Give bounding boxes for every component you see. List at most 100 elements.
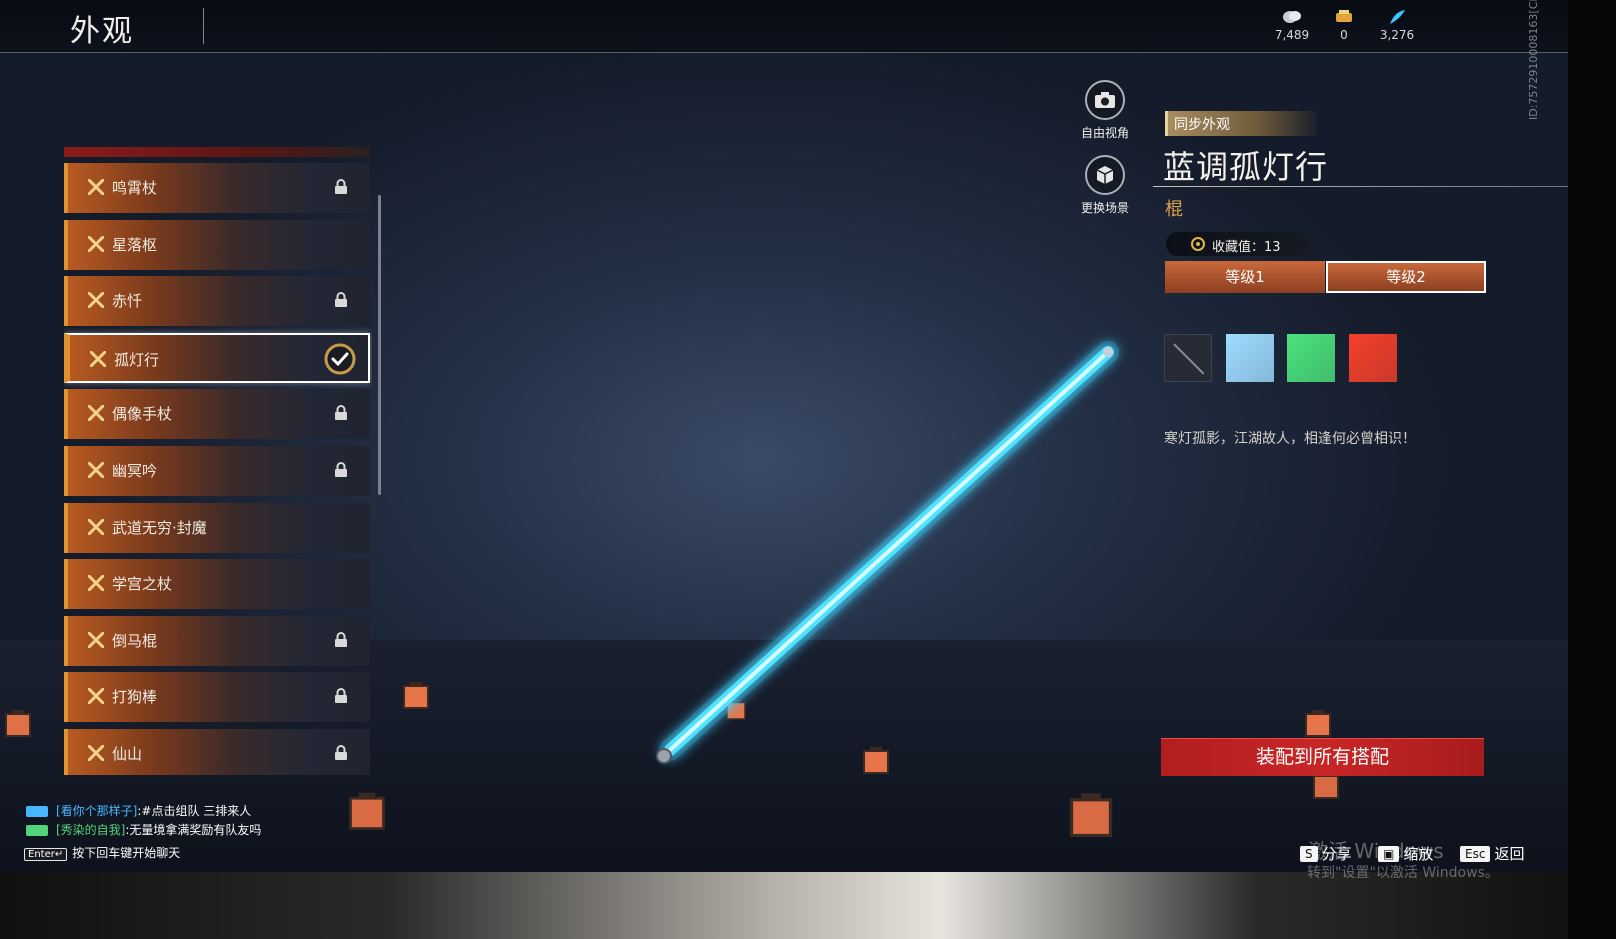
list-item[interactable]: 打狗棒 <box>64 672 370 723</box>
activation-watermark-sub: 转到"设置"以激活 Windows。 <box>1307 865 1499 881</box>
list-item-label: 幽冥吟 <box>112 462 158 480</box>
chat-sender[interactable]: [秀染的自我] <box>56 823 125 837</box>
equipped-check-icon <box>324 343 356 375</box>
list-item-label: 鸣霄杖 <box>112 179 158 197</box>
lock-icon <box>335 688 347 704</box>
list-item[interactable]: 鸣霄杖 <box>64 163 370 213</box>
tab-level-1[interactable]: 等级1 <box>1165 261 1325 293</box>
ticket-icon <box>1336 10 1352 22</box>
list-item[interactable]: 学宫之杖 <box>64 559 370 610</box>
list-item-label: 倒马棍 <box>112 631 158 650</box>
list-item-label: 孤灯行 <box>114 350 160 369</box>
list-item-label: 打狗棒 <box>112 688 158 707</box>
chat-message: :无量境拿满奖励有队友吗 <box>125 823 262 837</box>
lock-icon <box>335 405 347 421</box>
item-name: 蓝调孤灯行 <box>1163 148 1329 186</box>
list-item[interactable]: 幽冥吟 <box>64 446 370 496</box>
currency-feathers: 3,276 <box>1367 8 1427 42</box>
list-scrollbar[interactable] <box>378 195 381 495</box>
sync-appearance-tag: 同步外观 <box>1165 111 1317 136</box>
list-item-label: 星落枢 <box>112 235 158 254</box>
color-swatch-red[interactable] <box>1349 334 1397 382</box>
background-photo-strip <box>0 872 1568 939</box>
collection-value: 收藏值：13 <box>1212 240 1281 255</box>
channel-icon <box>26 806 48 817</box>
star-icon <box>88 235 104 252</box>
coins-value: 7,489 <box>1274 28 1310 42</box>
enter-key-icon: Enter↵ <box>24 848 68 861</box>
chat-sender[interactable]: [看你个那样子] <box>56 804 137 818</box>
equip-all-outfits-button[interactable]: 装配到所有搭配 <box>1161 738 1484 776</box>
list-item[interactable]: 偶像手杖 <box>64 389 370 440</box>
lantern-icon <box>1069 793 1113 838</box>
lantern-icon <box>403 682 429 709</box>
currency-tickets: 0 <box>1314 8 1374 42</box>
list-item-label: 仙山 <box>112 745 143 763</box>
list-item[interactable]: 星落枢 <box>64 219 370 270</box>
tab-level-2[interactable]: 等级2 <box>1326 261 1486 293</box>
star-icon <box>88 518 104 535</box>
star-icon <box>88 462 104 478</box>
change-scene-button[interactable]: 更换场景 <box>1075 155 1135 216</box>
back-hint[interactable]: Esc 返回 <box>1460 843 1524 864</box>
blue-staff-model[interactable] <box>640 330 1140 780</box>
star-icon <box>88 631 104 648</box>
player-id-label: ID:7572910008163[CN] <box>1527 0 1540 120</box>
color-swatch-none[interactable] <box>1164 334 1212 382</box>
feather-icon <box>1390 10 1405 24</box>
star-icon <box>88 405 104 422</box>
lantern-icon <box>1305 710 1331 737</box>
star-icon <box>88 179 104 195</box>
list-top-edge <box>64 147 370 157</box>
currency-coins: 7,489 <box>1262 8 1322 42</box>
item-type: 棍 <box>1165 199 1183 220</box>
free-view-button[interactable]: 自由视角 <box>1075 80 1135 141</box>
color-swatch-green[interactable] <box>1287 334 1335 382</box>
color-swatch-blue[interactable] <box>1226 334 1274 382</box>
flavor-text: 寒灯孤影，江湖故人，相逢何必曾相识！ <box>1164 431 1416 447</box>
star-icon <box>88 575 104 592</box>
tickets-value: 0 <box>1340 28 1348 42</box>
chat-line: [秀染的自我]:无量境拿满奖励有队友吗 <box>26 821 261 840</box>
page-title: 外观 <box>70 14 134 49</box>
appearance-list[interactable]: 鸣霄杖星落枢赤忏孤灯行偶像手杖幽冥吟武道无穷·封魔 学宫之杖倒马棍打狗棒仙山 <box>64 147 372 775</box>
list-item[interactable]: 孤灯行 <box>64 332 370 383</box>
share-key: S <box>1300 846 1318 862</box>
screen-edge <box>1568 0 1616 939</box>
name-underline <box>1153 186 1568 187</box>
list-item[interactable]: 倒马棍 <box>64 615 370 666</box>
share-label: 分享 <box>1321 845 1352 863</box>
lock-icon <box>335 462 347 477</box>
star-icon <box>90 350 106 367</box>
chat-message: :#点击组队 三排来人 <box>137 804 252 818</box>
title-divider <box>203 8 204 44</box>
share-hint[interactable]: S 分享 <box>1300 843 1352 864</box>
star-icon <box>88 688 104 705</box>
chat-prompt-text: 按下回车键开始聊天 <box>72 846 181 860</box>
chat-prompt[interactable]: Enter↵ 按下回车键开始聊天 <box>24 844 261 863</box>
top-bar: 外观 7,489 0 3,276 <box>0 0 1568 53</box>
zoom-hint[interactable]: ▣ 缩放 <box>1378 843 1433 864</box>
feathers-value: 3,276 <box>1379 28 1415 42</box>
lock-icon <box>335 179 347 194</box>
esc-key: Esc <box>1460 846 1491 862</box>
collection-icon <box>1191 237 1205 251</box>
star-icon <box>88 292 104 309</box>
list-item[interactable]: 仙山 <box>64 729 370 775</box>
lock-icon <box>335 745 347 760</box>
lock-icon <box>335 292 347 308</box>
star-icon <box>88 745 104 761</box>
channel-icon <box>26 825 48 836</box>
list-item[interactable]: 赤忏 <box>64 276 370 327</box>
lantern-icon <box>5 710 31 737</box>
coin-icon <box>1283 11 1301 23</box>
zoom-label: 缩放 <box>1403 845 1434 863</box>
list-item[interactable]: 武道无穷·封魔 <box>64 502 370 553</box>
list-item-label: 偶像手杖 <box>112 405 173 424</box>
list-item-label: 武道无穷·封魔 <box>112 518 207 537</box>
back-label: 返回 <box>1494 845 1525 863</box>
list-item-label: 学宫之杖 <box>112 575 173 594</box>
chat-box[interactable]: [看你个那样子]:#点击组队 三排来人 [秀染的自我]:无量境拿满奖励有队友吗 … <box>24 802 261 863</box>
free-view-label: 自由视角 <box>1080 126 1129 140</box>
lantern-icon <box>349 792 385 830</box>
